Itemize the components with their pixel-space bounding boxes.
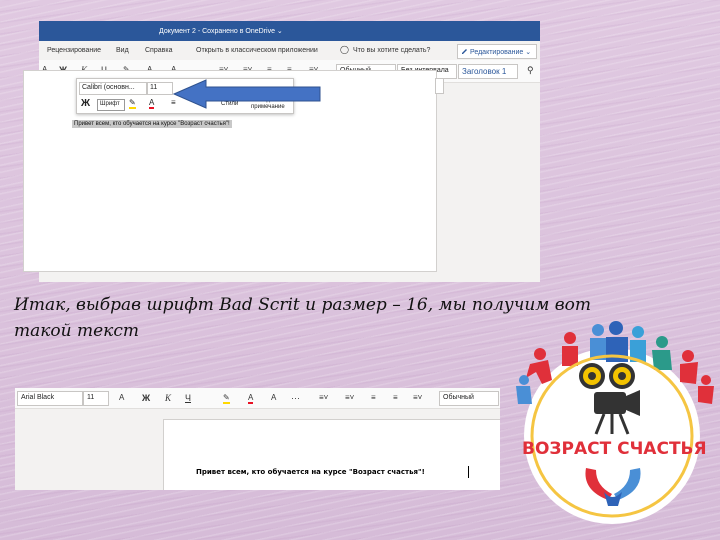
selected-text[interactable]: Привет всем, кто обучается на курсе "Воз…	[72, 120, 232, 128]
font-name-value-2: Arial Black	[21, 394, 55, 401]
bold-button-2[interactable]: Ж	[142, 393, 150, 403]
style-normal-label-2: Обычный	[443, 394, 474, 401]
editing-mode-label: Редактирование ⌄	[470, 49, 532, 56]
outdent-icon-2[interactable]: ≡	[371, 393, 376, 402]
open-in-desktop-link[interactable]: Открыть в классическом приложении	[196, 47, 318, 54]
logo-text: ВОЗРАСТ СЧАСТЬЯ	[522, 439, 707, 459]
menu-view[interactable]: Вид	[116, 47, 129, 54]
title-bar: Документ 2 - Сохранено в OneDrive ⌄	[39, 21, 540, 41]
result-text[interactable]: Привет всем, кто обучается на курсе "Воз…	[196, 468, 425, 476]
font-color-icon[interactable]: A	[149, 98, 155, 109]
menu-help[interactable]: Справка	[145, 47, 172, 54]
grow-font-icon[interactable]: A	[119, 393, 124, 402]
style-heading-1[interactable]: Заголовок 1	[458, 64, 518, 79]
menu-review[interactable]: Рецензирование	[47, 47, 101, 54]
highlight-icon-2[interactable]: ✎	[223, 393, 230, 404]
menu-bar: Рецензирование Вид Справка Открыть в кла…	[39, 41, 540, 60]
lightbulb-icon: ◯	[340, 45, 349, 54]
font-size-value-2: 11	[87, 394, 95, 401]
logo-emblem	[516, 321, 714, 524]
pointer-arrow-icon	[172, 79, 321, 109]
clear-format-icon-2[interactable]: A	[271, 393, 276, 402]
font-color-icon-2[interactable]: A	[248, 393, 254, 404]
font-tooltip: Шрифт	[97, 99, 125, 111]
indent-icon-2[interactable]: ≡	[393, 393, 398, 402]
document-page-2[interactable]	[163, 419, 500, 490]
style-normal-2[interactable]: Обычный	[439, 391, 499, 406]
tell-me-box[interactable]: Что вы хотите сделать?	[353, 47, 430, 54]
search-icon[interactable]: ⚲	[527, 65, 534, 76]
ribbon-toolbar-2: Arial Black 11 A Ж К Ч ✎ A A ··· ≡˅ ≡˅ ≡…	[15, 388, 500, 409]
numbering-icon-2[interactable]: ≡˅	[345, 393, 354, 402]
more-icon-2[interactable]: ···	[291, 393, 300, 403]
underline-button-2[interactable]: Ч	[185, 393, 191, 403]
font-name-dropdown-2[interactable]: Arial Black	[17, 391, 83, 406]
font-name-dropdown[interactable]: Calibri (основн...	[79, 82, 147, 95]
highlight-icon[interactable]: ✎	[129, 98, 136, 109]
text-cursor	[468, 466, 469, 478]
font-size-dropdown[interactable]: 11	[147, 82, 173, 95]
font-size-value: 11	[150, 84, 158, 91]
style-heading-1-label: Заголовок 1	[462, 67, 507, 76]
tooltip-label: Шрифт	[100, 101, 120, 107]
pencil-icon	[462, 49, 467, 54]
editing-mode-button[interactable]: Редактирование ⌄	[457, 44, 537, 59]
font-name-value: Calibri (основн...	[82, 84, 135, 91]
bullets-icon-2[interactable]: ≡˅	[319, 393, 328, 402]
bold-button[interactable]: Ж	[81, 98, 90, 109]
align-icon-2[interactable]: ≡˅	[413, 393, 422, 402]
font-size-dropdown-2[interactable]: 11	[83, 391, 109, 406]
document-title[interactable]: Документ 2 - Сохранено в OneDrive ⌄	[159, 27, 283, 35]
italic-button-2[interactable]: К	[165, 393, 171, 403]
page-side-control[interactable]	[435, 78, 444, 94]
